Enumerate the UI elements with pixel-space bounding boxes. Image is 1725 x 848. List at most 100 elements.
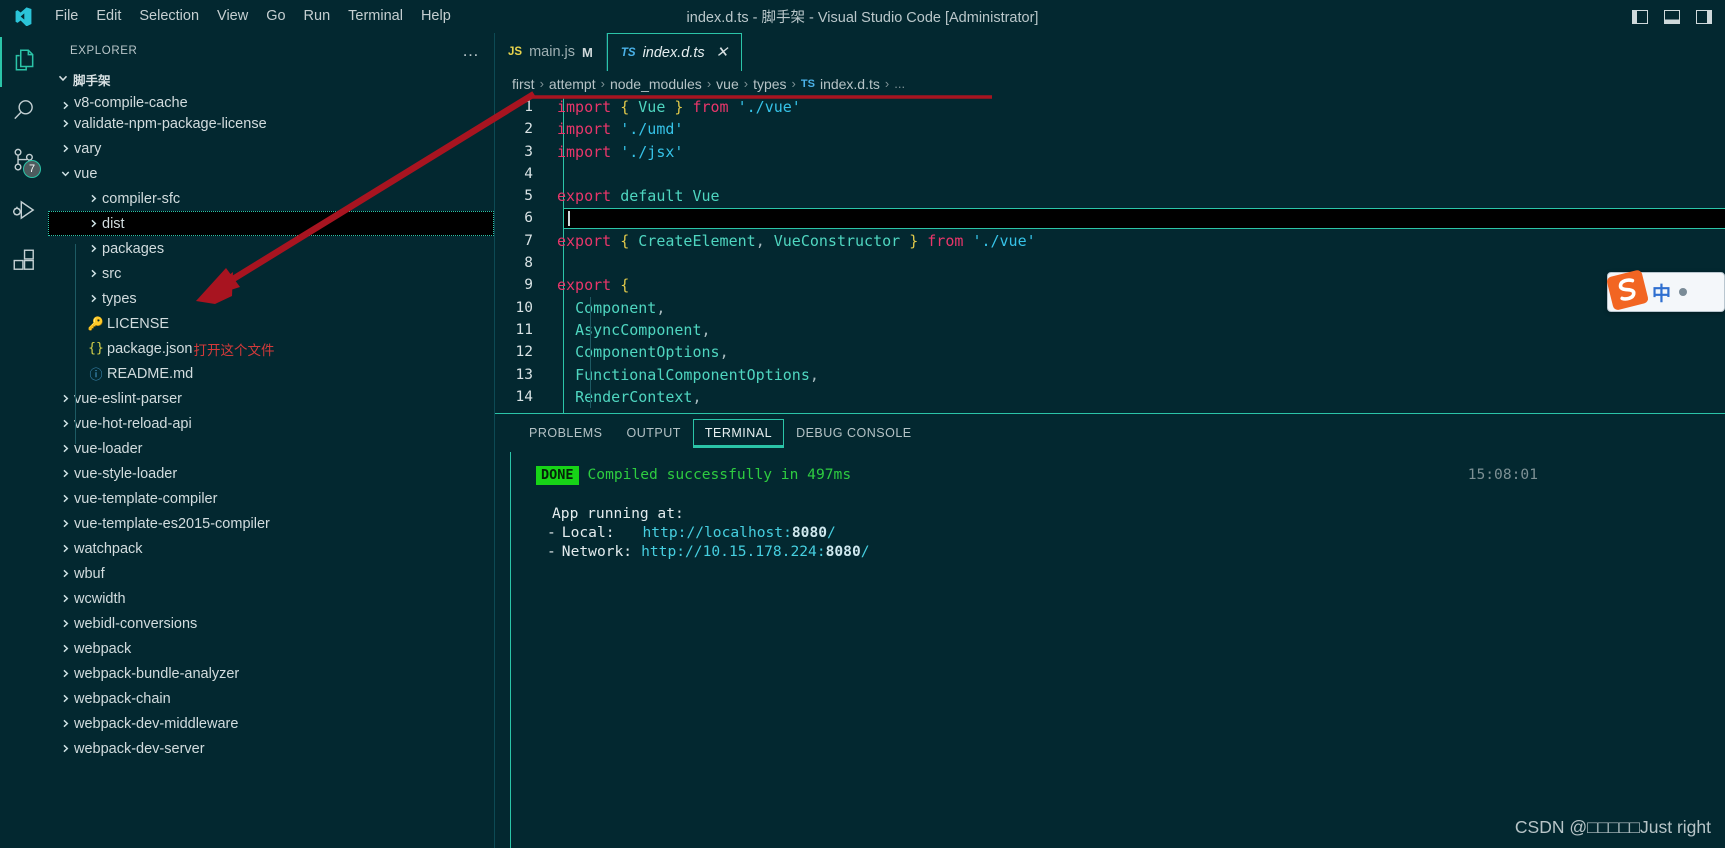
window-layout-controls[interactable] xyxy=(1625,0,1725,33)
menu-bar[interactable]: File Edit Selection View Go Run Terminal… xyxy=(46,0,460,33)
ime-status-dot[interactable] xyxy=(1679,288,1688,296)
toggle-panel-icon[interactable] xyxy=(1657,0,1687,33)
code-line[interactable]: 14 RenderContext, xyxy=(495,386,1725,408)
menu-edit[interactable]: Edit xyxy=(87,0,130,33)
editor-tab-index-d-ts[interactable]: TS index.d.ts ✕ xyxy=(606,33,743,71)
chevron-right-icon[interactable] xyxy=(57,493,74,504)
tree-item-packages[interactable]: packages xyxy=(48,236,494,261)
tree-item-package-json[interactable]: {} package.json 打开这个文件 xyxy=(48,336,494,361)
tree-item-webpack-chain[interactable]: webpack-chain xyxy=(48,686,494,711)
menu-view[interactable]: View xyxy=(208,0,257,33)
breadcrumb-item-file[interactable]: index.d.ts xyxy=(820,76,880,92)
panel-tabs[interactable]: PROBLEMS OUTPUT TERMINAL DEBUG CONSOLE xyxy=(495,414,1725,452)
breadcrumb-item-first[interactable]: first xyxy=(512,76,535,92)
chevron-right-icon[interactable] xyxy=(57,693,74,704)
activitybar-item-run-and-debug[interactable] xyxy=(0,187,48,237)
toggle-secondary-sidebar-icon[interactable] xyxy=(1689,0,1719,33)
tree-item-license[interactable]: 🔑 LICENSE xyxy=(48,311,494,336)
chevron-right-icon[interactable] xyxy=(57,743,74,754)
activitybar-item-explorer[interactable] xyxy=(0,37,48,87)
code-line[interactable]: 5 export default Vue xyxy=(495,185,1725,207)
tree-item-readme-md[interactable]: ⓘ README.md xyxy=(48,361,494,386)
menu-file[interactable]: File xyxy=(46,0,87,33)
editor-tabs[interactable]: JS main.js M TS index.d.ts ✕ xyxy=(495,33,1725,71)
code-editor[interactable]: 1 import { Vue } from './vue' 2 import './u… xyxy=(495,96,1725,413)
code-line[interactable]: 10 Component, xyxy=(495,297,1725,319)
tree-item-watchpack[interactable]: watchpack xyxy=(48,536,494,561)
code-line[interactable]: 12 ComponentOptions, xyxy=(495,341,1725,363)
terminal-url-network[interactable]: http://10.15.178.224:8080/ xyxy=(641,542,869,561)
chevron-right-icon[interactable] xyxy=(57,443,74,454)
code-line[interactable]: 2 import './umd' xyxy=(495,118,1725,140)
chevron-right-icon[interactable] xyxy=(57,393,74,404)
chevron-down-icon[interactable] xyxy=(57,168,74,179)
chevron-right-icon[interactable] xyxy=(57,568,74,579)
tree-item-webpack[interactable]: webpack xyxy=(48,636,494,661)
tree-item-vue-loader[interactable]: vue-loader xyxy=(48,436,494,461)
chevron-right-icon[interactable] xyxy=(57,593,74,604)
tree-item-vue-template-es2015-compiler[interactable]: vue-template-es2015-compiler xyxy=(48,511,494,536)
tree-item-wcwidth[interactable]: wcwidth xyxy=(48,586,494,611)
tree-item-wbuf[interactable]: wbuf xyxy=(48,561,494,586)
chevron-right-icon[interactable] xyxy=(57,118,74,129)
chevron-right-icon[interactable] xyxy=(85,193,102,204)
ime-mode-label[interactable]: 中 xyxy=(1652,279,1671,306)
tree-item-vary[interactable]: vary xyxy=(48,136,494,161)
activitybar-item-search[interactable] xyxy=(0,87,48,137)
terminal-output[interactable]: DONE Compiled successfully in 497ms App … xyxy=(510,452,1725,848)
code-line[interactable]: 7 export { CreateElement, VueConstructor … xyxy=(495,230,1725,252)
code-line[interactable]: 13 FunctionalComponentOptions, xyxy=(495,364,1725,386)
chevron-right-icon[interactable] xyxy=(57,668,74,679)
breadcrumb-item-node-modules[interactable]: node_modules xyxy=(610,76,702,92)
tree-item-compiler-sfc[interactable]: compiler-sfc xyxy=(48,186,494,211)
toggle-sidebar-icon[interactable] xyxy=(1625,0,1655,33)
breadcrumb-item-vue[interactable]: vue xyxy=(716,76,739,92)
chevron-right-icon[interactable] xyxy=(85,218,102,229)
tree-item-vue-style-loader[interactable]: vue-style-loader xyxy=(48,461,494,486)
chevron-right-icon[interactable] xyxy=(57,618,74,629)
chevron-right-icon[interactable] xyxy=(57,418,74,429)
code-line[interactable]: 4 xyxy=(495,163,1725,185)
chevron-right-icon[interactable] xyxy=(57,543,74,554)
breadcrumb[interactable]: first › attempt › node_modules › vue › t… xyxy=(495,71,1725,96)
menu-run[interactable]: Run xyxy=(295,0,340,33)
activitybar-item-source-control[interactable]: 7 xyxy=(0,137,48,187)
chevron-right-icon[interactable] xyxy=(57,468,74,479)
chevron-right-icon[interactable] xyxy=(85,243,102,254)
menu-selection[interactable]: Selection xyxy=(130,0,208,33)
chevron-right-icon[interactable] xyxy=(57,100,74,111)
tree-item-webidl-conversions[interactable]: webidl-conversions xyxy=(48,611,494,636)
panel-tab-debug-console[interactable]: DEBUG CONSOLE xyxy=(784,419,924,447)
tree-item-vue[interactable]: vue xyxy=(48,161,494,186)
chevron-right-icon[interactable] xyxy=(57,143,74,154)
tree-item-vue-template-compiler[interactable]: vue-template-compiler xyxy=(48,486,494,511)
tree-item-webpack-dev-middleware[interactable]: webpack-dev-middleware xyxy=(48,711,494,736)
tree-root-folder[interactable]: 脚手架 xyxy=(48,68,494,91)
tree-item-dist[interactable]: dist xyxy=(48,211,494,236)
chevron-right-icon[interactable] xyxy=(85,268,102,279)
code-line[interactable]: 9 export { xyxy=(495,274,1725,296)
sidebar-more-actions-icon[interactable]: … xyxy=(462,42,480,59)
breadcrumb-overflow[interactable]: ... xyxy=(894,76,905,91)
editor-tab-main-js[interactable]: JS main.js M xyxy=(495,33,607,71)
menu-go[interactable]: Go xyxy=(257,0,294,33)
breadcrumb-item-attempt[interactable]: attempt xyxy=(549,76,596,92)
sogou-ime-bar[interactable]: 中 xyxy=(1606,270,1725,312)
tree-item-validate-npm-package-license[interactable]: validate-npm-package-license xyxy=(48,111,494,136)
chevron-right-icon[interactable] xyxy=(57,518,74,529)
activitybar-item-extensions[interactable] xyxy=(0,237,48,287)
chevron-right-icon[interactable] xyxy=(85,293,102,304)
tree-item-webpack-bundle-analyzer[interactable]: webpack-bundle-analyzer xyxy=(48,661,494,686)
code-line[interactable]: 8 xyxy=(495,252,1725,274)
tree-item-vue-eslint-parser[interactable]: vue-eslint-parser xyxy=(48,386,494,411)
panel-tab-problems[interactable]: PROBLEMS xyxy=(517,419,614,447)
file-tree[interactable]: 脚手架 v8-compile-cache validate-npm-package… xyxy=(48,68,494,848)
code-line[interactable]: 3 import './jsx' xyxy=(495,141,1725,163)
terminal-url-local[interactable]: http://localhost:8080/ xyxy=(643,523,836,542)
breadcrumb-item-types[interactable]: types xyxy=(753,76,786,92)
code-line[interactable]: 11 AsyncComponent, xyxy=(495,319,1725,341)
close-icon[interactable]: ✕ xyxy=(716,45,729,60)
menu-help[interactable]: Help xyxy=(412,0,460,33)
panel-tab-output[interactable]: OUTPUT xyxy=(614,419,692,447)
menu-terminal[interactable]: Terminal xyxy=(339,0,412,33)
